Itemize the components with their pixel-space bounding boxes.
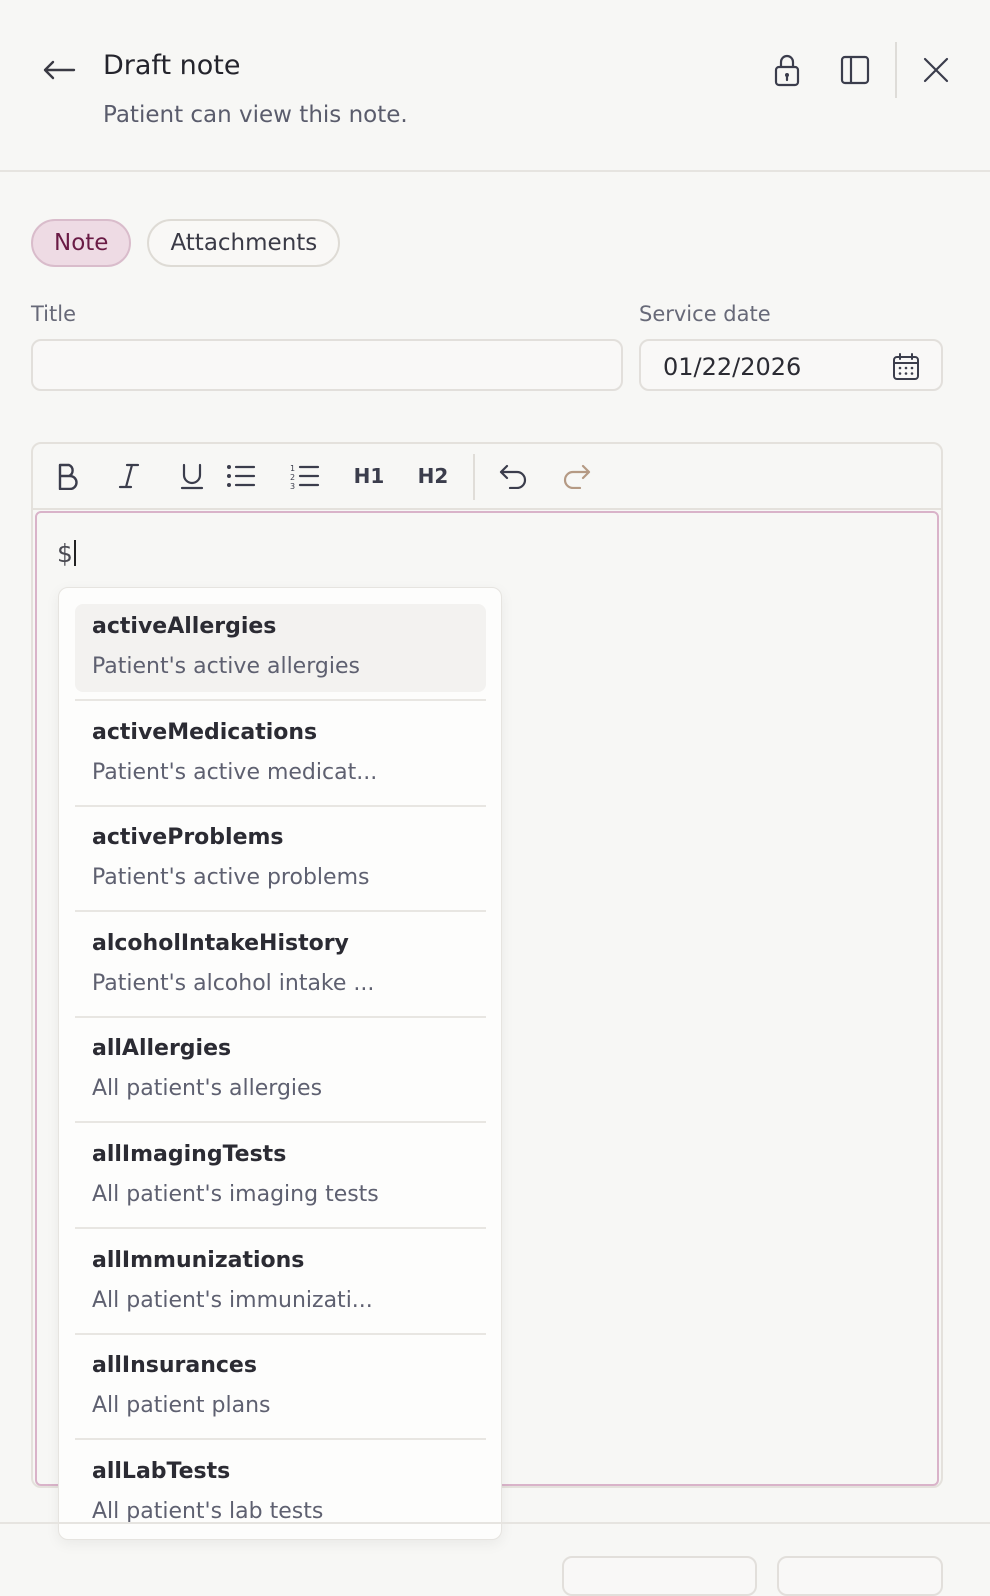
calendar-icon[interactable]	[891, 352, 921, 382]
header-divider	[895, 42, 897, 98]
undo-icon	[499, 464, 527, 489]
suggestion-description: All patient's allergies	[92, 1076, 323, 1102]
bold-icon	[58, 463, 78, 490]
underline-icon	[180, 463, 204, 490]
page-title: Draft note	[103, 50, 241, 81]
service-date-label: Service date	[639, 302, 771, 326]
back-arrow-icon	[43, 60, 76, 80]
suggestion-name: allLabTests	[92, 1458, 231, 1484]
suggestion-name: activeAllergies	[92, 614, 277, 639]
close-button[interactable]	[916, 50, 956, 90]
suggestion-divider	[75, 699, 486, 701]
heading-1-button[interactable]: H1	[351, 458, 387, 494]
suggestion-item[interactable]: allAllergies All patient's allergies	[75, 1026, 486, 1114]
suggestion-name: alcoholIntakeHistory	[92, 930, 349, 956]
footer-primary-button[interactable]	[777, 1556, 943, 1596]
suggestion-divider	[75, 910, 486, 913]
italic-button[interactable]	[111, 458, 147, 494]
redo-icon	[563, 464, 591, 489]
suggestion-description: All patient plans	[92, 1393, 271, 1419]
numbered-list-button[interactable]: 1 2 3	[287, 458, 323, 494]
variable-suggestion-dropdown: activeAllergies Patient's active allergie…	[58, 587, 502, 1540]
heading-1-icon: H1	[353, 464, 385, 488]
suggestion-description: Patient's alcohol intake ...	[92, 970, 375, 996]
suggestion-item[interactable]: allInsurances All patient plans	[75, 1343, 486, 1431]
suggestion-divider	[75, 1015, 486, 1018]
close-icon	[923, 57, 949, 83]
tab-attachments[interactable]: Attachments	[147, 219, 341, 267]
suggestion-divider	[75, 1438, 486, 1441]
lock-icon	[774, 54, 800, 87]
back-button[interactable]	[38, 52, 80, 88]
suggestion-name: allInsurances	[92, 1353, 257, 1379]
redo-button[interactable]	[559, 458, 595, 494]
suggestion-divider	[75, 804, 486, 807]
footer-bar	[0, 1522, 990, 1596]
sidebar-panel-icon	[840, 55, 870, 85]
numbered-list-icon: 1 2 3	[290, 464, 320, 489]
suggestion-divider	[75, 1121, 486, 1124]
service-date-value: 01/22/2026	[663, 353, 802, 381]
suggestion-name: activeProblems	[92, 825, 284, 851]
toolbar-divider	[473, 454, 475, 500]
suggestion-divider	[75, 1227, 486, 1229]
suggestion-divider	[75, 1332, 486, 1335]
svg-text:1: 1	[290, 464, 295, 473]
suggestion-description: All patient's immunizati...	[92, 1287, 373, 1313]
text-caret	[73, 540, 76, 566]
footer-secondary-button[interactable]	[562, 1556, 757, 1596]
suggestion-description: Patient's active problems	[92, 865, 370, 891]
heading-2-icon: H2	[417, 464, 449, 488]
suggestion-item[interactable]: activeAllergies Patient's active allergie…	[75, 604, 486, 692]
suggestion-item[interactable]: allImmunizations All patient's immunizati…	[75, 1238, 486, 1326]
svg-text:3: 3	[290, 482, 295, 489]
suggestion-description: All patient's lab tests	[92, 1498, 324, 1524]
suggestion-name: allImagingTests	[92, 1142, 287, 1167]
lock-button[interactable]	[767, 50, 807, 90]
undo-button[interactable]	[495, 458, 531, 494]
suggestion-name: allImmunizations	[92, 1247, 305, 1273]
title-input[interactable]	[31, 339, 623, 391]
suggestion-description: Patient's active allergies	[92, 654, 360, 679]
tab-note[interactable]: Note	[31, 219, 132, 267]
suggestion-item[interactable]: allImagingTests All patient's imaging tes…	[75, 1132, 486, 1220]
heading-2-button[interactable]: H2	[415, 458, 451, 494]
underline-button[interactable]	[174, 458, 210, 494]
suggestion-description: All patient's imaging tests	[92, 1182, 379, 1207]
visibility-note: Patient can view this note.	[103, 102, 408, 128]
suggestion-description: Patient's active medicat...	[92, 759, 378, 785]
italic-icon	[118, 463, 140, 489]
suggestion-name: allAllergies	[92, 1036, 232, 1062]
bullet-list-button[interactable]	[223, 458, 259, 494]
bullet-list-icon	[227, 465, 256, 487]
toggle-sidebar-button[interactable]	[835, 50, 875, 90]
suggestion-item[interactable]: activeProblems Patient's active problems	[75, 815, 486, 903]
note-header: Draft note Patient can view this note.	[0, 0, 990, 172]
suggestion-item[interactable]: activeMedications Patient's active medica…	[75, 710, 486, 798]
suggestion-name: activeMedications	[92, 719, 318, 745]
bold-button[interactable]	[49, 458, 85, 494]
editor-toolbar: 1 2 3 H1 H2	[33, 444, 941, 510]
title-label: Title	[31, 302, 77, 326]
editor-text: $	[57, 539, 76, 568]
suggestion-item[interactable]: alcoholIntakeHistory Patient's alcohol in…	[75, 921, 486, 1009]
svg-text:2: 2	[290, 473, 295, 482]
note-tabs: Note Attachments	[31, 219, 341, 267]
service-date-input[interactable]: 01/22/2026	[639, 339, 943, 391]
